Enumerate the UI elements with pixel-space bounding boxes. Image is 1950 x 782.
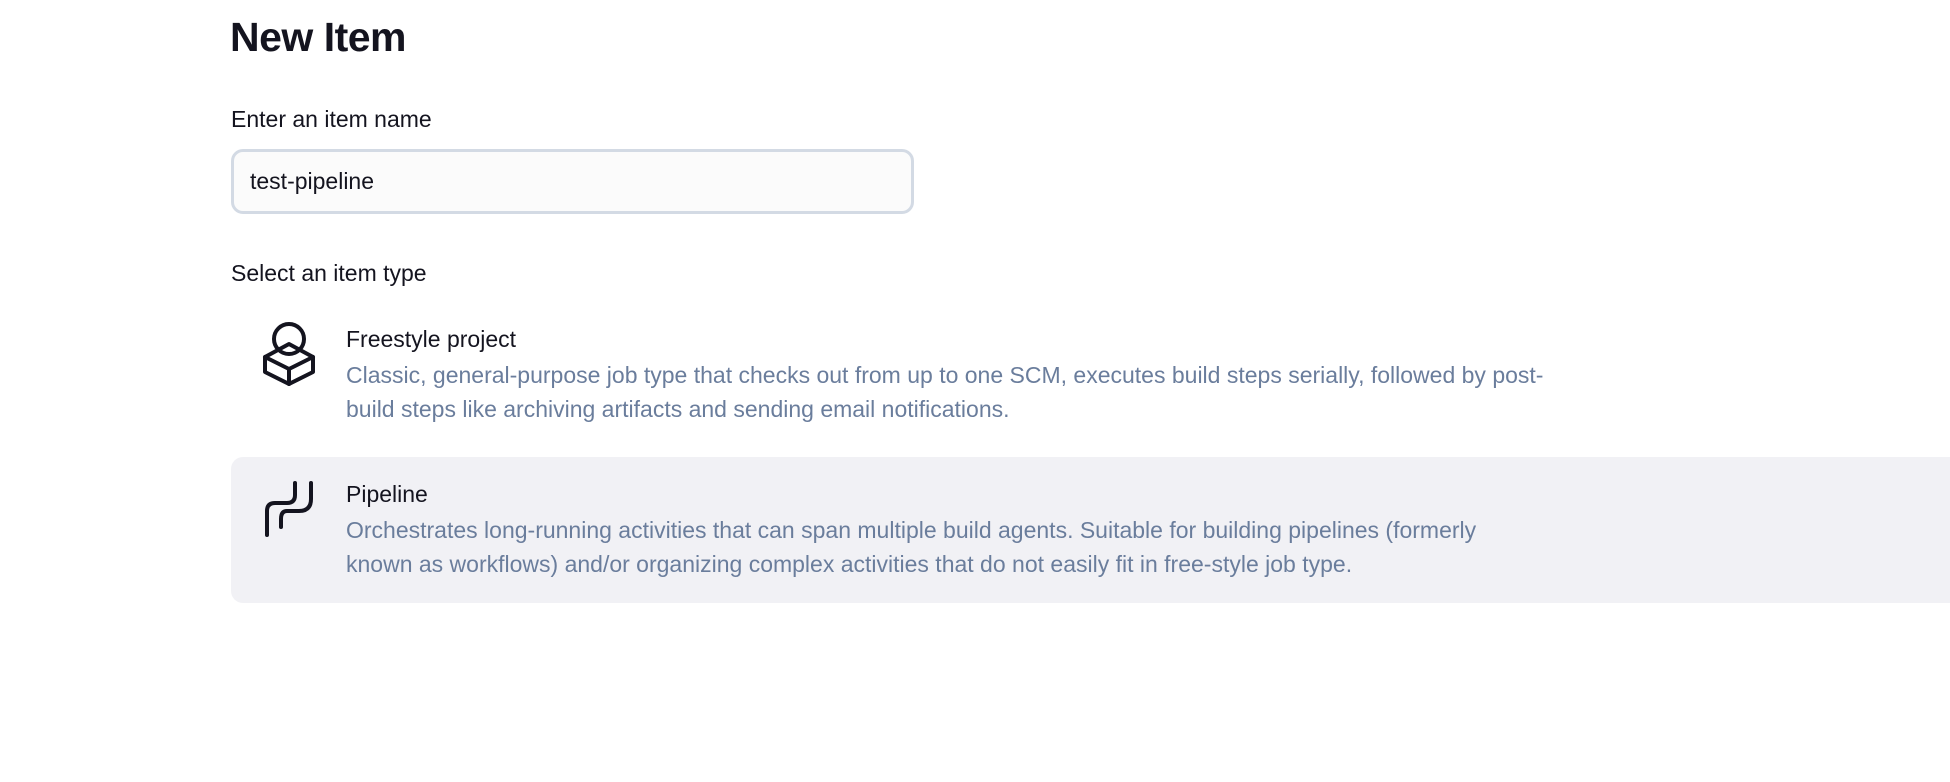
page-title: New Item [230, 14, 407, 60]
item-name-input[interactable] [231, 149, 914, 214]
package-icon [261, 320, 317, 386]
pipeline-icon [261, 475, 317, 541]
item-name-label: Enter an item name [231, 106, 432, 132]
item-type-description: Orchestrates long-running activities tha… [346, 517, 1477, 577]
new-item-page: New Item Enter an item name Select an it… [0, 0, 1950, 782]
item-type-description: Classic, general-purpose job type that c… [346, 362, 1544, 422]
item-type-name: Pipeline [346, 481, 428, 507]
item-type-pipeline[interactable]: Pipeline Orchestrates long-running activ… [231, 457, 1950, 603]
item-type-label: Select an item type [231, 260, 427, 286]
item-type-name: Freestyle project [346, 326, 517, 352]
item-type-freestyle-project[interactable]: Freestyle project Classic, general-purpo… [231, 302, 1950, 448]
